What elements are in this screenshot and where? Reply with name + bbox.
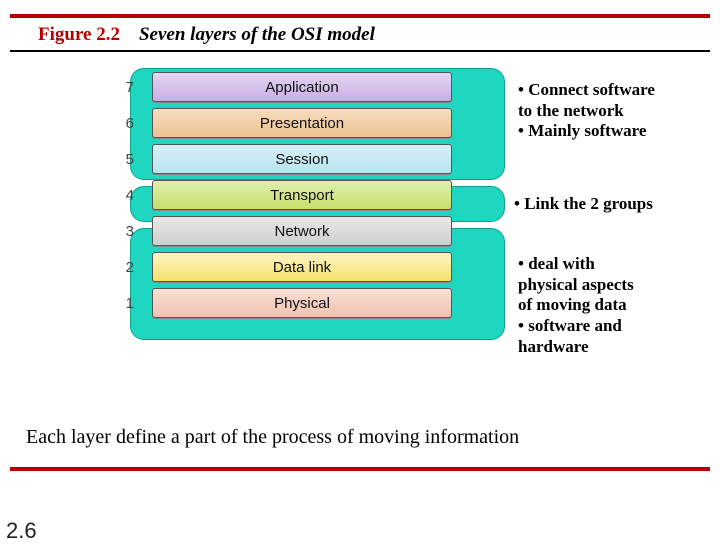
layer-network: Network — [152, 216, 452, 246]
note-line: • Connect software — [518, 80, 698, 101]
bottom-rule — [10, 467, 710, 471]
layer-stack: 7 Application 6 Presentation 5 Session 4… — [98, 72, 498, 324]
layer-datalink: Data link — [152, 252, 452, 282]
note-upper: • Connect software to the network • Main… — [518, 80, 698, 142]
layer-number: 3 — [98, 223, 134, 240]
top-rule — [10, 14, 710, 18]
layer-transport: Transport — [152, 180, 452, 210]
title-underline — [10, 50, 710, 52]
layer-row: 4 Transport — [98, 180, 498, 210]
figure-title: Figure 2.2 Seven layers of the OSI model — [38, 24, 682, 46]
diagram-stage: 7 Application 6 Presentation 5 Session 4… — [18, 66, 702, 426]
layer-number: 1 — [98, 295, 134, 312]
layer-presentation: Presentation — [152, 108, 452, 138]
layer-number: 2 — [98, 259, 134, 276]
layer-number: 6 — [98, 115, 134, 132]
page-number: 2.6 — [6, 518, 37, 544]
summary-text: Each layer define a part of the process … — [26, 426, 694, 449]
note-line: hardware — [518, 337, 698, 358]
layer-number: 7 — [98, 79, 134, 96]
note-line: • Link the 2 groups — [514, 194, 694, 215]
layer-session: Session — [152, 144, 452, 174]
layer-physical: Physical — [152, 288, 452, 318]
layer-number: 5 — [98, 151, 134, 168]
note-line: • Mainly software — [518, 121, 698, 142]
note-lower: • deal with physical aspects of moving d… — [518, 254, 698, 358]
layer-row: 6 Presentation — [98, 108, 498, 138]
layer-row: 1 Physical — [98, 288, 498, 318]
layer-number: 4 — [98, 187, 134, 204]
layer-row: 7 Application — [98, 72, 498, 102]
layer-row: 5 Session — [98, 144, 498, 174]
note-line: physical aspects — [518, 275, 698, 296]
layer-application: Application — [152, 72, 452, 102]
figure-caption: Seven layers of the OSI model — [139, 24, 375, 45]
note-line: to the network — [518, 101, 698, 122]
note-line: • deal with — [518, 254, 698, 275]
note-transport: • Link the 2 groups — [514, 194, 694, 215]
note-line: • software and — [518, 316, 698, 337]
note-line: of moving data — [518, 295, 698, 316]
figure-label: Figure 2.2 — [38, 24, 120, 45]
layer-row: 3 Network — [98, 216, 498, 246]
layer-row: 2 Data link — [98, 252, 498, 282]
